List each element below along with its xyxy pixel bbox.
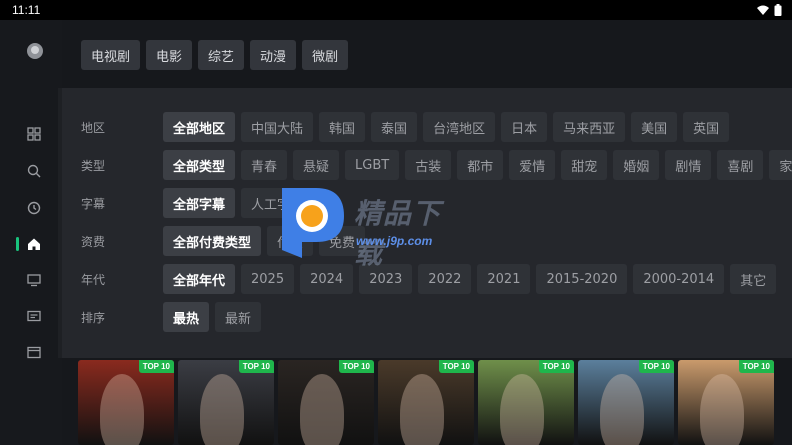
filter-option[interactable]: 最热: [163, 302, 210, 332]
filter-label: 年代: [81, 272, 106, 287]
filter-row-sort: 排序 最热 最新: [81, 302, 262, 332]
tab-tv-series[interactable]: 电视剧: [81, 40, 141, 70]
active-indicator: [16, 237, 19, 251]
filter-option[interactable]: 全部年代: [163, 264, 236, 294]
top10-badge: TOP 10: [138, 360, 174, 373]
poster-row: TOP 10 TOP 10 TOP 10 TOP 10 TOP 10 TOP 10 TOP …: [78, 360, 774, 445]
tab-anime[interactable]: 动漫: [250, 40, 297, 70]
poster-figure: [500, 374, 544, 445]
tab-micro-drama[interactable]: 微剧: [302, 40, 349, 70]
poster-figure: [200, 374, 244, 445]
filter-label: 资费: [81, 234, 106, 249]
home-icon[interactable]: [26, 236, 42, 252]
poster-figure: [300, 374, 344, 445]
tab-movies[interactable]: 电影: [146, 40, 193, 70]
filter-row-genre: 类型 全部类型 青春 悬疑 LGBT 古装 都市 爱情 甜宠 婚姻 剧情 喜剧家: [81, 150, 792, 180]
poster-card[interactable]: TOP 10: [278, 360, 374, 445]
filter-row-region: 地区 全部地区 中国大陆 韩国 泰国 台湾地区 日本 马来西亚 美国 英国: [81, 112, 730, 142]
poster-card[interactable]: TOP 10: [678, 360, 774, 445]
filter-option[interactable]: 都市: [457, 150, 504, 180]
filter-option[interactable]: 喜剧: [717, 150, 764, 180]
filter-option[interactable]: 台湾地区: [423, 112, 496, 142]
poster-figure: [100, 374, 144, 445]
top10-badge: TOP 10: [238, 360, 274, 373]
battery-icon: [774, 4, 782, 16]
watermark-url: www.j9p.com: [356, 234, 433, 248]
sidebar: [0, 20, 62, 445]
filter-option[interactable]: 青春: [241, 150, 288, 180]
filter-label: 地区: [81, 120, 106, 135]
filter-option[interactable]: 婚姻: [613, 150, 660, 180]
filter-option[interactable]: 古装: [405, 150, 452, 180]
poster-card[interactable]: TOP 10: [478, 360, 574, 445]
filter-option[interactable]: 甜宠: [561, 150, 608, 180]
filter-option[interactable]: 日本: [501, 112, 548, 142]
filter-option[interactable]: 中国大陆: [241, 112, 314, 142]
filter-option[interactable]: 2025: [241, 264, 295, 294]
filter-option[interactable]: 泰国: [371, 112, 418, 142]
top10-badge: TOP 10: [738, 360, 774, 373]
filter-option[interactable]: 全部付费类型: [163, 226, 262, 256]
message-icon[interactable]: [26, 308, 42, 324]
history-icon[interactable]: [26, 200, 42, 216]
grid-icon[interactable]: [26, 126, 42, 142]
filter-option[interactable]: 2000-2014: [633, 264, 725, 294]
filter-option[interactable]: 2021: [477, 264, 531, 294]
category-tabs: 电视剧 电影 综艺 动漫 微剧: [81, 40, 349, 70]
filter-option[interactable]: 全部类型: [163, 150, 236, 180]
tab-variety[interactable]: 综艺: [198, 40, 245, 70]
filter-option[interactable]: 2015-2020: [536, 264, 628, 294]
filter-option[interactable]: 2024: [300, 264, 354, 294]
filter-label: 类型: [81, 158, 106, 173]
tv-icon[interactable]: [26, 272, 42, 288]
calendar-icon[interactable]: [26, 344, 42, 360]
top10-badge: TOP 10: [338, 360, 374, 373]
filter-option[interactable]: 悬疑: [293, 150, 340, 180]
panel-edge: [58, 88, 62, 358]
filter-option[interactable]: 剧情: [665, 150, 712, 180]
filter-option[interactable]: LGBT: [345, 150, 400, 180]
top10-badge: TOP 10: [638, 360, 674, 373]
status-bar: 11:11: [0, 0, 792, 20]
filter-option[interactable]: 最新: [215, 302, 262, 332]
filter-option[interactable]: 全部字幕: [163, 188, 236, 218]
filter-option[interactable]: 其它: [730, 264, 777, 294]
watermark: 精品下载 www.j9p.com: [268, 182, 458, 270]
top10-badge: TOP 10: [438, 360, 474, 373]
poster-card[interactable]: TOP 10: [178, 360, 274, 445]
poster-card[interactable]: TOP 10: [78, 360, 174, 445]
watermark-text: 精品下载: [354, 197, 442, 270]
poster-card[interactable]: TOP 10: [378, 360, 474, 445]
filter-label: 字幕: [81, 196, 106, 211]
poster-figure: [600, 374, 644, 445]
status-icons: [757, 4, 782, 16]
wifi-icon: [757, 5, 769, 15]
avatar[interactable]: [27, 43, 43, 59]
poster-card[interactable]: TOP 10: [578, 360, 674, 445]
top10-badge: TOP 10: [538, 360, 574, 373]
filter-option[interactable]: 英国: [683, 112, 730, 142]
status-time: 11:11: [12, 3, 41, 17]
filter-label: 排序: [81, 310, 106, 325]
filter-option[interactable]: 马来西亚: [553, 112, 626, 142]
poster-figure: [700, 374, 744, 445]
filter-option[interactable]: 全部地区: [163, 112, 236, 142]
search-icon[interactable]: [26, 163, 42, 179]
filter-option[interactable]: 家: [769, 150, 792, 180]
poster-figure: [400, 374, 444, 445]
filter-option[interactable]: 爱情: [509, 150, 556, 180]
watermark-logo-icon: [282, 188, 344, 258]
filter-option[interactable]: 美国: [631, 112, 678, 142]
filter-option[interactable]: 韩国: [319, 112, 366, 142]
